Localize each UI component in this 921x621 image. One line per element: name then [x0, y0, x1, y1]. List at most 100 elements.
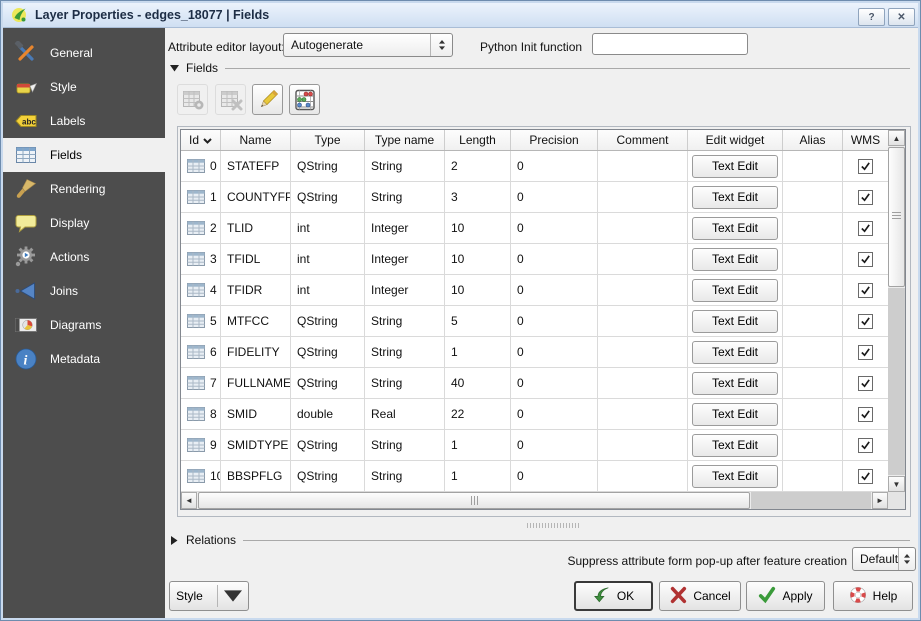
help-button[interactable]: Help	[833, 581, 913, 611]
edit-widget-button[interactable]: Text Edit	[692, 186, 778, 209]
edit-widget-button[interactable]: Text Edit	[692, 372, 778, 395]
horizontal-scrollbar-thumb[interactable]	[198, 492, 750, 509]
edit-widget-button[interactable]: Text Edit	[692, 248, 778, 271]
column-header-comment[interactable]: Comment	[598, 130, 688, 150]
cell-comment	[598, 399, 688, 429]
sidebar-item-actions[interactable]: Actions	[3, 240, 165, 274]
sidebar-item-metadata[interactable]: iMetadata	[3, 342, 165, 376]
attribute-table-icon	[187, 345, 205, 359]
edit-widget-button[interactable]: Text Edit	[692, 279, 778, 302]
column-header-precision[interactable]: Precision	[511, 130, 598, 150]
table-row[interactable]: 4 TFIDR int Integer 10 0 Text Edit	[181, 275, 888, 306]
column-header-length[interactable]: Length	[445, 130, 511, 150]
table-row[interactable]: 8 SMID double Real 22 0 Text Edit	[181, 399, 888, 430]
title-bar[interactable]: Layer Properties - edges_18077 | Fields …	[3, 3, 918, 28]
edit-widget-button[interactable]: Text Edit	[692, 465, 778, 488]
wms-checkbox[interactable]	[858, 159, 873, 174]
fields-table: Id Name Type Type name Length Precision …	[180, 129, 906, 510]
edit-widget-button[interactable]: Text Edit	[692, 341, 778, 364]
sidebar-item-labels[interactable]: abc Labels	[3, 104, 165, 138]
delete-column-button[interactable]	[215, 84, 246, 115]
sidebar-item-style[interactable]: Style	[3, 70, 165, 104]
wms-checkbox[interactable]	[858, 283, 873, 298]
edit-widget-button[interactable]: Text Edit	[692, 217, 778, 240]
scroll-left-icon[interactable]: ◄	[181, 492, 197, 509]
help-lifebuoy-icon	[849, 586, 867, 607]
toggle-editing-button[interactable]	[252, 84, 283, 115]
attribute-editor-layout-select[interactable]: Autogenerate	[283, 33, 453, 57]
python-init-input[interactable]	[592, 33, 748, 55]
cell-alias	[783, 213, 843, 243]
cell-type: QString	[291, 306, 365, 336]
cell-comment	[598, 182, 688, 212]
field-calculator-button[interactable]	[289, 84, 320, 115]
ok-button[interactable]: OK	[574, 581, 653, 611]
sidebar-item-fields[interactable]: Fields	[3, 138, 165, 172]
table-row[interactable]: 2 TLID int Integer 10 0 Text Edit	[181, 213, 888, 244]
window-help-button[interactable]: ?	[858, 8, 885, 26]
style-button[interactable]: Style	[169, 581, 249, 611]
scroll-down-icon[interactable]: ▼	[888, 476, 905, 492]
edit-widget-button[interactable]: Text Edit	[692, 155, 778, 178]
scroll-up-icon[interactable]: ▲	[888, 130, 905, 146]
chevron-down-icon[interactable]	[224, 587, 242, 605]
cell-type: QString	[291, 182, 365, 212]
wms-checkbox[interactable]	[858, 190, 873, 205]
sidebar-item-joins[interactable]: Joins	[3, 274, 165, 308]
table-header: Id Name Type Type name Length Precision …	[181, 130, 888, 151]
vertical-scrollbar-thumb[interactable]	[888, 147, 905, 287]
attribute-editor-layout-value: Autogenerate	[291, 38, 363, 52]
apply-button[interactable]: Apply	[746, 581, 825, 611]
column-header-alias[interactable]: Alias	[783, 130, 843, 150]
wms-checkbox[interactable]	[858, 345, 873, 360]
column-header-type[interactable]: Type	[291, 130, 365, 150]
spinner-icon[interactable]	[430, 34, 452, 56]
horizontal-scrollbar[interactable]: ◄ ►	[181, 492, 888, 509]
sidebar-item-rendering[interactable]: Rendering	[3, 172, 165, 206]
column-header-name[interactable]: Name	[221, 130, 291, 150]
cell-type-name: String	[365, 461, 445, 491]
suppress-popup-select[interactable]: Default	[852, 547, 916, 571]
edit-widget-button[interactable]: Text Edit	[692, 403, 778, 426]
expand-triangle-icon[interactable]	[169, 535, 179, 545]
abc-tag-icon: abc	[13, 108, 39, 134]
collapse-triangle-icon[interactable]	[169, 63, 179, 73]
sidebar-item-general[interactable]: General	[3, 36, 165, 70]
cancel-x-icon	[669, 586, 687, 607]
column-header-type-name[interactable]: Type name	[365, 130, 445, 150]
spinner-icon[interactable]	[898, 548, 915, 570]
new-column-button[interactable]	[177, 84, 208, 115]
scroll-right-icon[interactable]: ►	[872, 492, 888, 509]
wms-checkbox[interactable]	[858, 314, 873, 329]
column-header-id[interactable]: Id	[181, 130, 221, 150]
column-header-wms[interactable]: WMS	[843, 130, 888, 150]
table-row[interactable]: 10 BBSPFLG QString String 1 0 Text Edit	[181, 461, 888, 492]
cell-name: TFIDL	[221, 244, 291, 274]
wms-checkbox[interactable]	[858, 376, 873, 391]
wms-checkbox[interactable]	[858, 438, 873, 453]
table-row[interactable]: 7 FULLNAME QString String 40 0 Text Edit	[181, 368, 888, 399]
sidebar-item-diagrams[interactable]: Diagrams	[3, 308, 165, 342]
wms-checkbox[interactable]	[858, 221, 873, 236]
table-row[interactable]: 9 SMIDTYPE QString String 1 0 Text Edit	[181, 430, 888, 461]
sidebar-item-display[interactable]: Display	[3, 206, 165, 240]
table-row[interactable]: 1 COUNTYFP QString String 3 0 Text Edit	[181, 182, 888, 213]
wms-checkbox[interactable]	[858, 252, 873, 267]
edit-widget-button[interactable]: Text Edit	[692, 310, 778, 333]
qgis-logo-icon	[11, 7, 27, 23]
window-close-button[interactable]: ✕	[888, 8, 915, 26]
cancel-button[interactable]: Cancel	[659, 581, 741, 611]
suppress-popup-label: Suppress attribute form pop-up after fea…	[403, 554, 847, 568]
cell-type-name: String	[365, 430, 445, 460]
table-row[interactable]: 3 TFIDL int Integer 10 0 Text Edit	[181, 244, 888, 275]
edit-widget-button[interactable]: Text Edit	[692, 434, 778, 457]
column-header-edit-widget[interactable]: Edit widget	[688, 130, 783, 150]
vertical-scrollbar[interactable]: ▲ ▼	[888, 130, 905, 492]
table-row[interactable]: 0 STATEFP QString String 2 0 Text Edit	[181, 151, 888, 182]
splitter-handle[interactable]	[527, 523, 579, 528]
table-row[interactable]: 6 FIDELITY QString String 1 0 Text Edit	[181, 337, 888, 368]
sidebar-item-label: Labels	[50, 114, 85, 128]
wms-checkbox[interactable]	[858, 407, 873, 422]
wms-checkbox[interactable]	[858, 469, 873, 484]
table-row[interactable]: 5 MTFCC QString String 5 0 Text Edit	[181, 306, 888, 337]
